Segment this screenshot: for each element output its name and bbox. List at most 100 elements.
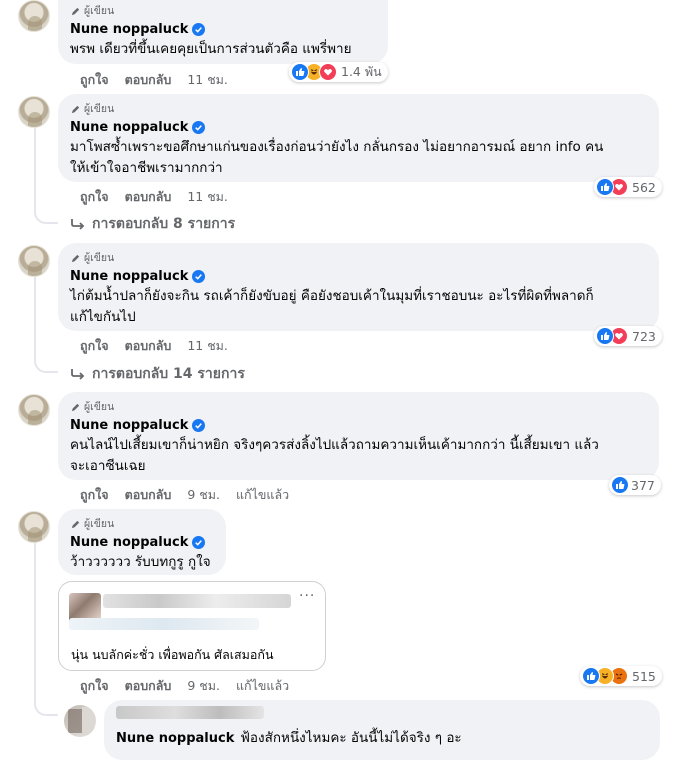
reply-button[interactable]: ตอบกลับ	[125, 338, 172, 354]
author-badge: ผู้เขียน	[70, 400, 647, 414]
thread-curve	[34, 357, 58, 373]
avatar[interactable]	[18, 96, 50, 128]
reaction-summary[interactable]: 1.4 พัน	[289, 62, 388, 82]
reply-arrow-icon	[71, 219, 85, 230]
avatar[interactable]	[18, 511, 50, 543]
like-button[interactable]: ถูกใจ	[80, 338, 109, 354]
comment-text: พรพ เดียวที่ขึ้นเคยคุยเป็นการส่วนตัวคือ …	[70, 41, 352, 57]
reaction-count: 515	[632, 668, 656, 684]
author-badge-label: ผู้เขียน	[84, 401, 115, 413]
verified-icon	[192, 23, 206, 36]
commenter-name[interactable]: Nune noppaluck	[70, 22, 188, 37]
reply-text: ฟ้องสักหนึ่งไหมคะ อันนี้ไม่ได้จริง ๆ อะ	[240, 730, 462, 746]
author-badge: ผู้เขียน	[70, 517, 214, 531]
pen-icon	[71, 403, 80, 411]
thread-line	[34, 540, 36, 700]
reply-button[interactable]: ตอบกลับ	[125, 189, 172, 205]
blurred-text	[69, 618, 259, 630]
comment-timestamp[interactable]: 11 ชม.	[187, 338, 228, 354]
tagged-page-name[interactable]: Nune noppaluck	[116, 731, 234, 746]
author-badge: ผู้เขียน	[70, 251, 647, 265]
reply-button[interactable]: ตอบกลับ	[125, 678, 172, 694]
comment-text-line: มาโพสซ้ำเพราะขอศึกษาแก่นของเรื่องก่อนว่า…	[70, 139, 604, 155]
reaction-count: 562	[632, 179, 656, 195]
author-badge: ผู้เขียน	[70, 102, 647, 116]
reaction-summary[interactable]: 562	[594, 177, 662, 197]
edited-label[interactable]: แก้ไขแล้ว	[236, 487, 289, 503]
edited-label[interactable]: แก้ไขแล้ว	[236, 678, 289, 694]
verified-icon	[192, 536, 206, 549]
reaction-summary[interactable]: 723	[594, 326, 662, 346]
author-badge-label: ผู้เขียน	[84, 103, 115, 115]
commenter-name[interactable]: Nune noppaluck	[70, 120, 188, 135]
commenter-name[interactable]: Nune noppaluck	[70, 269, 188, 284]
reply-bubble: Nune noppaluck ฟ้องสักหนึ่งไหมคะ อันนี้ไ…	[104, 700, 660, 760]
like-icon	[291, 63, 309, 81]
comment-timestamp[interactable]: 9 ชม.	[187, 487, 220, 503]
reaction-summary[interactable]: 377	[609, 475, 661, 495]
thread-curve	[34, 208, 58, 224]
avatar[interactable]	[64, 705, 96, 737]
comment-actions: ถูกใจ ตอบกลับ 11 ชม.	[80, 338, 244, 354]
reply-button[interactable]: ตอบกลับ	[125, 72, 172, 88]
comment-text-line: คนไลน์ไปเสี้ยมเขาก็น่าหยิก จริงๆควรส่งลิ…	[70, 437, 599, 453]
like-icon	[596, 327, 614, 345]
author-badge-label: ผู้เขียน	[84, 252, 115, 264]
comment-bubble: ผู้เขียน Nune noppaluck ไก่ต้มน้ำปลาก็ยั…	[58, 243, 659, 331]
view-replies-label[interactable]: การตอบกลับ 8 รายการ	[92, 213, 235, 235]
reply-button[interactable]: ตอบกลับ	[125, 487, 172, 503]
view-replies-label[interactable]: การตอบกลับ 14 รายการ	[92, 363, 245, 385]
quoted-comment-text: นุ่น นบลักค่ะชั่ว เพื่อพอกัน ศัลเสมอกัน	[71, 647, 274, 662]
reply-arrow-icon	[71, 369, 85, 380]
author-badge: ผู้เขียน	[70, 4, 376, 18]
like-icon	[582, 667, 600, 685]
like-button[interactable]: ถูกใจ	[80, 189, 109, 205]
comment-timestamp[interactable]: 9 ชม.	[187, 678, 220, 694]
author-badge-label: ผู้เขียน	[84, 5, 115, 17]
comment-text-line: แก้ไขกันไป	[70, 309, 136, 325]
comment-actions: ถูกใจ ตอบกลับ 11 ชม.	[80, 189, 244, 205]
pen-icon	[71, 254, 80, 262]
comment-timestamp[interactable]: 11 ชม.	[187, 72, 228, 88]
like-button[interactable]: ถูกใจ	[80, 72, 109, 88]
pen-icon	[71, 520, 80, 528]
like-icon	[596, 178, 614, 196]
comment-text: ว้าวววววว รับบทกูรู กูใจ	[70, 554, 211, 570]
comment-bubble: ผู้เขียน Nune noppaluck ว้าวววววว รับบทก…	[58, 509, 226, 575]
like-button[interactable]: ถูกใจ	[80, 678, 109, 694]
comment-actions: ถูกใจ ตอบกลับ 11 ชม.	[80, 72, 244, 88]
avatar[interactable]	[18, 245, 50, 277]
thread-line	[34, 277, 36, 357]
comment-bubble: ผู้เขียน Nune noppaluck มาโพสซ้ำเพราะขอศ…	[58, 94, 659, 182]
comment-text-line: ให้เข้าใจอาชีพเรามากกว่า	[70, 160, 223, 176]
comment-text-line: ไก่ต้มน้ำปลาก็ยังจะกิน รถเค้าก็ยังขับอยู…	[70, 288, 594, 304]
verified-icon	[192, 121, 206, 134]
comment-text-line: จะเอาซีนเฉย	[70, 458, 146, 474]
comment-bubble: ผู้เขียน Nune noppaluck คนไลน์ไปเสี้ยมเข…	[58, 392, 659, 480]
more-options-icon[interactable]: ···	[299, 588, 315, 604]
commenter-name[interactable]: Nune noppaluck	[70, 418, 188, 433]
verified-icon	[192, 419, 206, 432]
comment-timestamp[interactable]: 11 ชม.	[187, 189, 228, 205]
love-icon	[319, 63, 337, 81]
verified-icon	[192, 270, 206, 283]
comment-bubble: ผู้เขียน Nune noppaluck พรพ เดียวที่ขึ้น…	[58, 0, 388, 64]
avatar[interactable]	[18, 0, 50, 32]
view-replies-link[interactable]: การตอบกลับ 14 รายการ	[70, 363, 245, 385]
thread-line	[34, 128, 36, 208]
quoted-comment-card[interactable]: ··· นุ่น นบลักค่ะชั่ว เพื่อพอกัน ศัลเสมอ…	[58, 581, 326, 671]
avatar[interactable]	[18, 394, 50, 426]
pen-icon	[71, 7, 80, 15]
reaction-count: 377	[631, 477, 655, 493]
comment-actions: ถูกใจ ตอบกลับ 9 ชม. แก้ไขแล้ว	[80, 487, 289, 503]
thread-curve	[34, 700, 58, 716]
author-badge-label: ผู้เขียน	[84, 518, 115, 530]
reaction-summary[interactable]: 515	[580, 666, 662, 686]
commenter-name[interactable]: Nune noppaluck	[70, 535, 188, 550]
view-replies-link[interactable]: การตอบกลับ 8 รายการ	[70, 213, 235, 235]
like-icon	[611, 476, 629, 494]
blurred-name	[103, 594, 291, 608]
like-button[interactable]: ถูกใจ	[80, 487, 109, 503]
reaction-count: 1.4 พัน	[341, 64, 382, 79]
pen-icon	[71, 105, 80, 113]
